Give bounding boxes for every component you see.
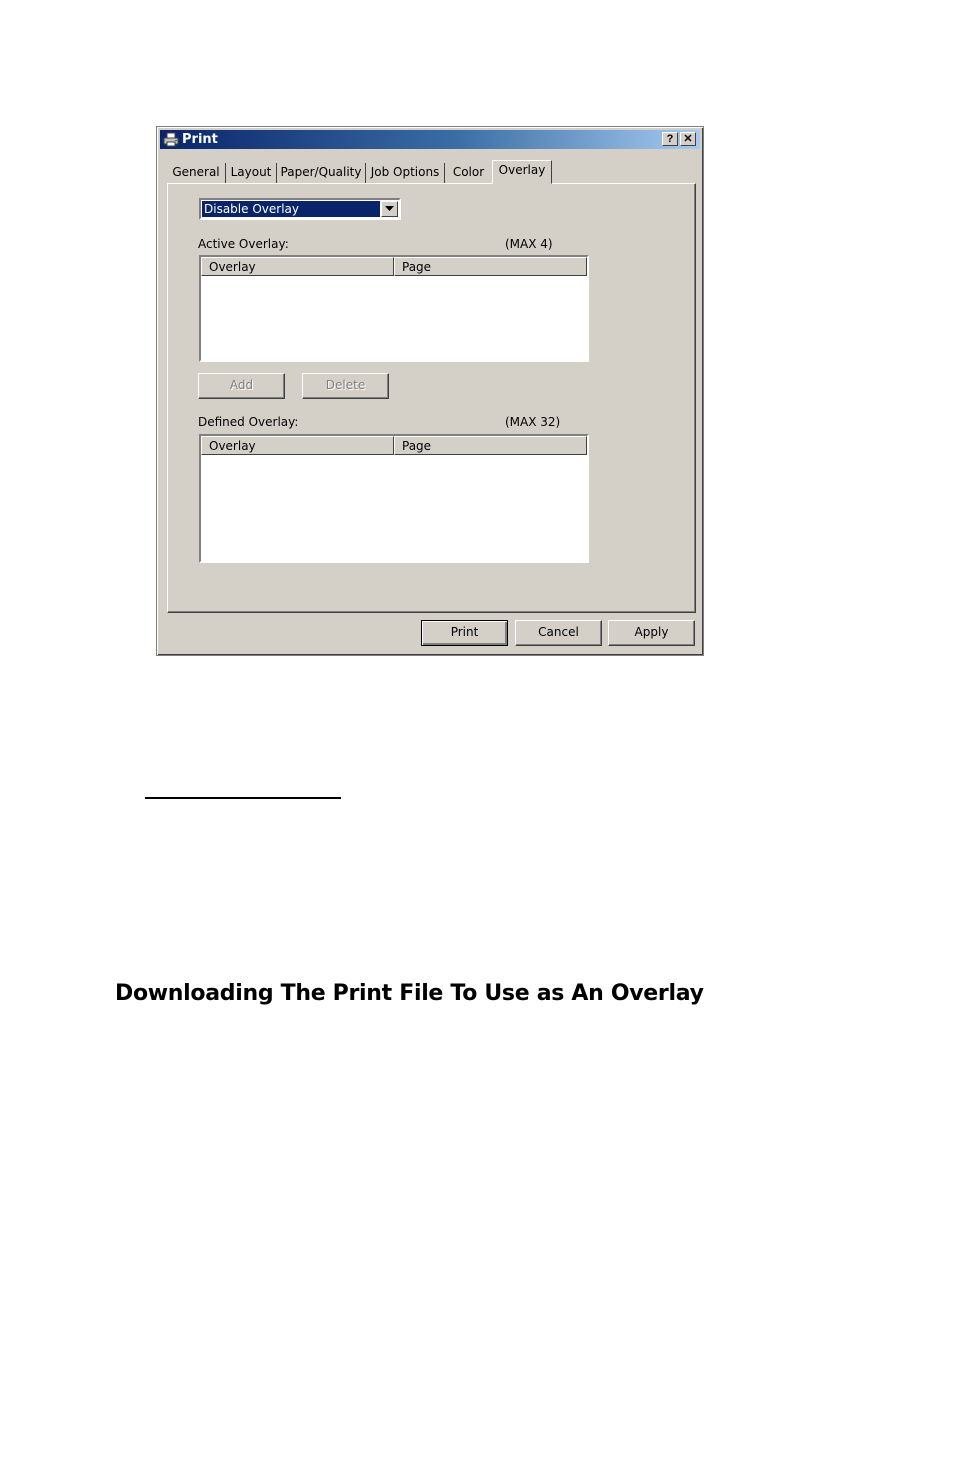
active-overlay-max: (MAX 4) xyxy=(505,237,553,251)
column-header-page[interactable]: Page xyxy=(394,257,587,276)
add-button[interactable]: Add xyxy=(198,373,285,399)
tab-overlay[interactable]: Overlay xyxy=(492,160,552,184)
active-overlay-list[interactable]: Overlay Page xyxy=(199,255,589,362)
tab-general[interactable]: General xyxy=(167,163,226,183)
tab-color[interactable]: Color xyxy=(445,163,492,183)
column-header-page[interactable]: Page xyxy=(394,436,587,455)
defined-overlay-list[interactable]: Overlay Page xyxy=(199,434,589,563)
dropdown-button[interactable] xyxy=(381,201,398,217)
print-button[interactable]: Print xyxy=(421,620,508,646)
horizontal-rule xyxy=(145,797,341,799)
chevron-down-icon xyxy=(385,206,394,211)
close-button[interactable]: ✕ xyxy=(680,132,696,146)
window-title: Print xyxy=(182,132,218,147)
section-heading: Downloading The Print File To Use as An … xyxy=(115,981,704,1006)
column-header-overlay[interactable]: Overlay xyxy=(201,436,394,455)
tab-job-options[interactable]: Job Options xyxy=(366,163,445,183)
tab-layout[interactable]: Layout xyxy=(226,163,277,183)
printer-icon xyxy=(163,132,179,147)
help-button[interactable]: ? xyxy=(662,132,678,146)
active-overlay-label: Active Overlay: xyxy=(198,237,289,251)
defined-overlay-max: (MAX 32) xyxy=(505,415,561,429)
overlay-mode-select[interactable]: Disable Overlay xyxy=(199,198,401,220)
overlay-mode-value: Disable Overlay xyxy=(202,201,380,217)
print-dialog: Print ? ✕ General Layout Paper/Quality J… xyxy=(156,126,704,656)
tab-strip: General Layout Paper/Quality Job Options… xyxy=(167,160,567,184)
column-header-overlay[interactable]: Overlay xyxy=(201,257,394,276)
delete-button[interactable]: Delete xyxy=(302,373,389,399)
tab-paper-quality[interactable]: Paper/Quality xyxy=(277,163,366,183)
cancel-button[interactable]: Cancel xyxy=(515,620,602,646)
title-bar[interactable]: Print ? ✕ xyxy=(160,130,700,149)
defined-overlay-label: Defined Overlay: xyxy=(198,415,299,429)
apply-button[interactable]: Apply xyxy=(608,620,695,646)
